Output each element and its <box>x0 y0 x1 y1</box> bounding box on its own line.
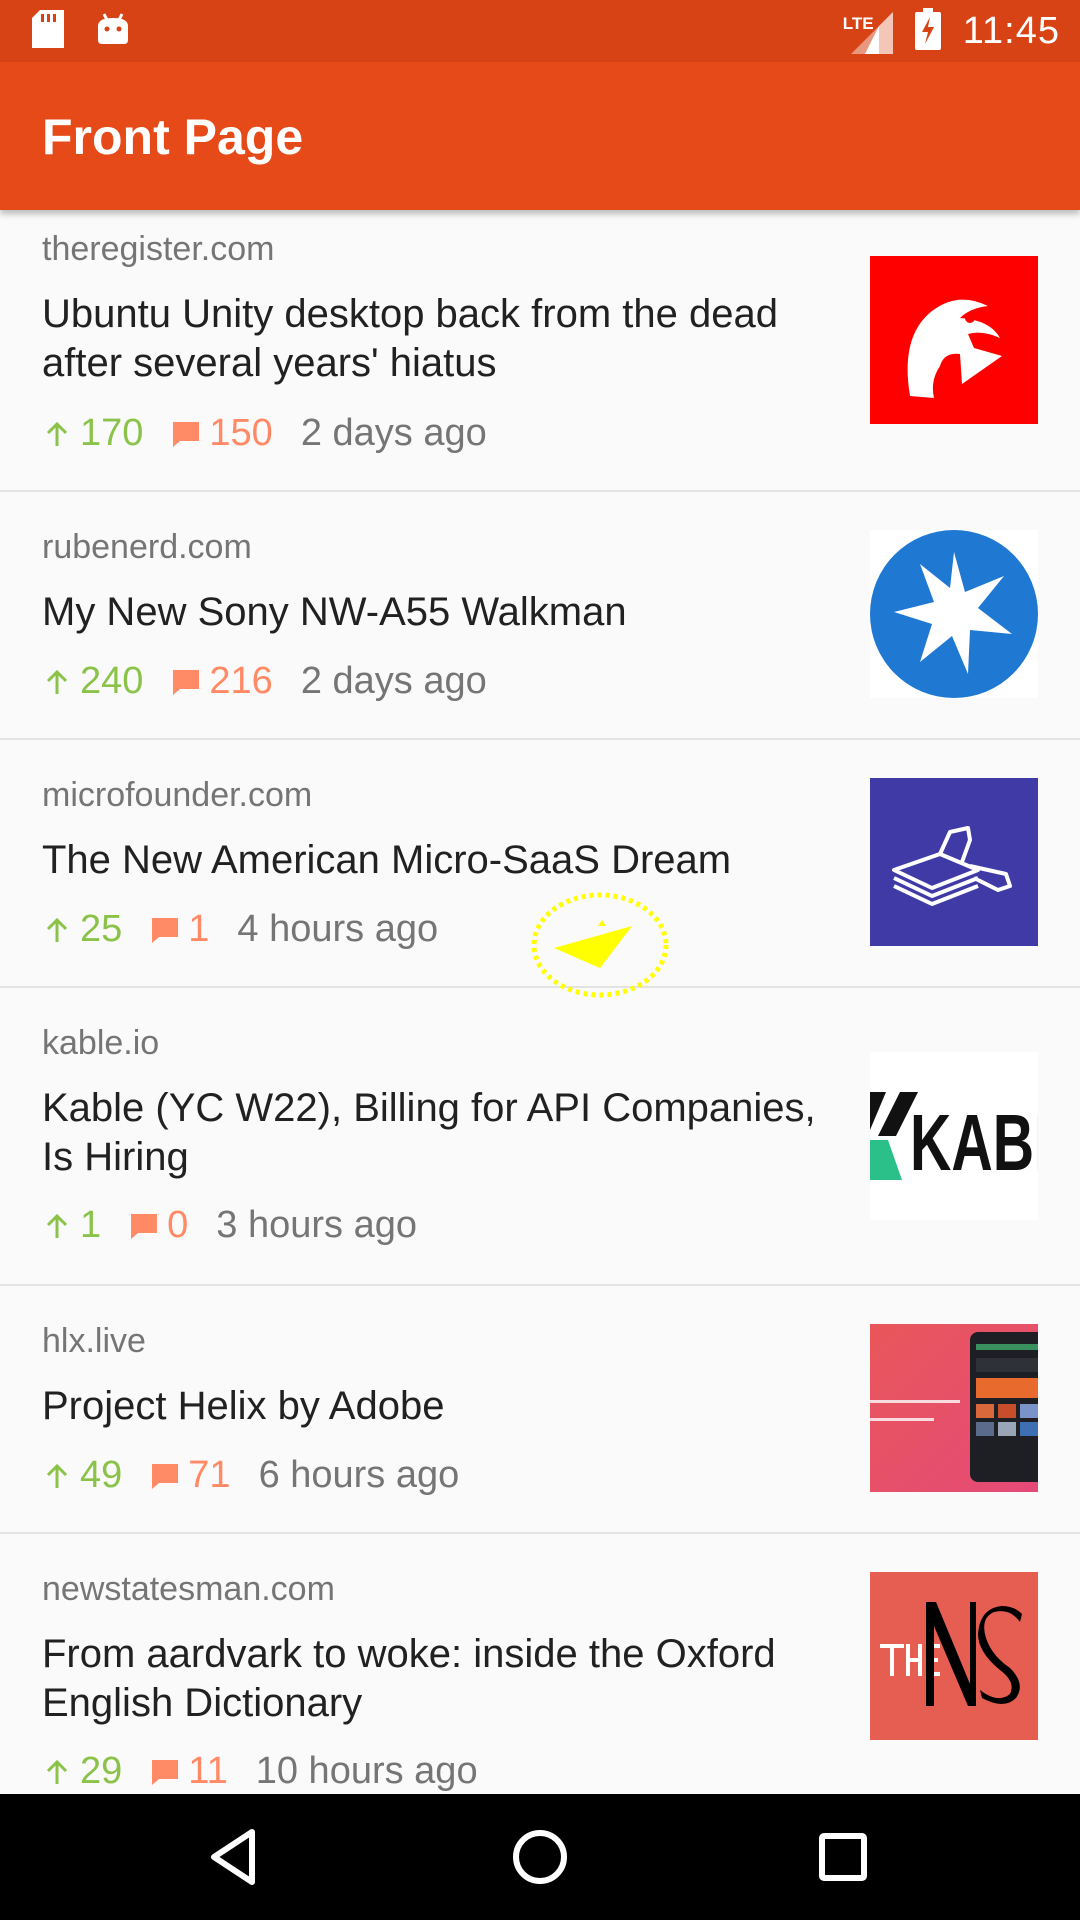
story-thumbnail[interactable] <box>870 256 1038 424</box>
story-thumbnail[interactable] <box>870 778 1038 946</box>
back-icon[interactable] <box>202 1824 268 1890</box>
story-meta: 1 0 3 hours ago <box>42 1204 417 1247</box>
story-meta: 25 1 4 hours ago <box>42 908 438 951</box>
list-item[interactable]: rubenerd.com My New Sony NW-A55 Walkman … <box>0 492 1080 740</box>
points: 25 <box>42 908 122 951</box>
story-thumbnail[interactable] <box>870 530 1038 698</box>
story-thumbnail[interactable] <box>870 1324 1038 1492</box>
story-domain: microfounder.com <box>42 776 313 814</box>
status-bar: LTE 11:45 <box>0 0 1080 62</box>
story-time: 2 days ago <box>300 660 487 702</box>
points-count: 240 <box>80 660 144 702</box>
helix-screenshot-icon <box>870 1332 1038 1482</box>
comments[interactable]: 1 <box>150 908 209 951</box>
vulture-logo-icon <box>907 299 1002 398</box>
points: 1 <box>42 1204 101 1247</box>
app-bar: Front Page <box>0 62 1080 210</box>
touch-indicator <box>530 890 670 1000</box>
story-time: 2 days ago <box>300 412 487 454</box>
comment-icon <box>173 421 200 447</box>
kable-logo-icon: KABI <box>870 1092 1038 1187</box>
arrow-up-icon <box>46 1759 68 1784</box>
page-title: Front Page <box>42 109 304 165</box>
comments-count: 1 <box>188 908 210 950</box>
story-time: 6 hours ago <box>258 1454 460 1496</box>
story-title[interactable]: The New American Micro-SaaS Dream <box>42 836 822 885</box>
network-label: LTE <box>842 14 874 33</box>
points: 170 <box>42 412 143 455</box>
story-time: 3 hours ago <box>216 1204 417 1246</box>
list-item[interactable]: hlx.live Project Helix by Adobe 49 71 6 … <box>0 1286 1080 1534</box>
list-item[interactable]: theregister.com Ubuntu Unity desktop bac… <box>0 210 1080 492</box>
story-domain: theregister.com <box>42 230 275 268</box>
arrow-up-icon <box>46 1213 68 1238</box>
story-title[interactable]: From aardvark to woke: inside the Oxford… <box>42 1630 822 1728</box>
signal-icon: LTE <box>843 8 893 54</box>
story-list[interactable]: theregister.com Ubuntu Unity desktop bac… <box>0 210 1080 1794</box>
story-title[interactable]: My New Sony NW-A55 Walkman <box>42 588 822 637</box>
recents-icon[interactable] <box>810 1824 876 1890</box>
comments[interactable]: 216 <box>171 660 273 703</box>
story-thumbnail[interactable]: KABI <box>870 1052 1038 1220</box>
comments-count: 11 <box>188 1750 228 1792</box>
arrow-up-icon <box>46 421 68 446</box>
comment-icon <box>131 1213 158 1239</box>
comments-count: 0 <box>167 1204 189 1246</box>
android-icon <box>96 12 130 51</box>
story-time: 10 hours ago <box>255 1750 478 1792</box>
comment-icon <box>152 1759 179 1785</box>
arrow-up-icon <box>46 917 68 942</box>
navigation-bar <box>0 1794 1080 1920</box>
comments-count: 71 <box>188 1454 231 1496</box>
newstatesman-logo-icon <box>880 1602 1022 1706</box>
comments-count: 150 <box>209 412 273 454</box>
story-title[interactable]: Kable (YC W22), Billing for API Companie… <box>42 1084 822 1182</box>
story-domain: newstatesman.com <box>42 1570 335 1608</box>
points: 49 <box>42 1454 122 1497</box>
comment-icon <box>152 917 179 943</box>
story-domain: kable.io <box>42 1024 160 1062</box>
story-title[interactable]: Ubuntu Unity desktop back from the dead … <box>42 290 822 388</box>
comments[interactable]: 11 <box>150 1750 228 1793</box>
story-meta: 29 11 10 hours ago <box>42 1750 478 1793</box>
arrow-up-icon <box>46 669 68 694</box>
comment-icon <box>152 1463 179 1489</box>
sd-card-icon <box>32 10 64 53</box>
kable-wordmark: KABI <box>910 1098 1038 1187</box>
story-domain: rubenerd.com <box>42 528 252 566</box>
list-item[interactable]: kable.io Kable (YC W22), Billing for API… <box>0 988 1080 1286</box>
star-logo-icon <box>870 530 1038 698</box>
story-domain: hlx.live <box>42 1322 146 1360</box>
points-count: 25 <box>80 908 123 950</box>
points-count: 1 <box>80 1204 102 1246</box>
story-meta: 170 150 2 days ago <box>42 412 487 455</box>
story-time: 4 hours ago <box>237 908 439 950</box>
story-meta: 240 216 2 days ago <box>42 660 487 703</box>
clock: 11:45 <box>962 9 1060 52</box>
arrow-up-icon <box>46 1463 68 1488</box>
comments[interactable]: 150 <box>171 412 273 455</box>
points-count: 29 <box>80 1750 123 1792</box>
points: 240 <box>42 660 143 703</box>
comments[interactable]: 0 <box>129 1204 188 1247</box>
home-icon[interactable] <box>507 1824 573 1890</box>
points-count: 49 <box>80 1454 123 1496</box>
comments-count: 216 <box>209 660 273 702</box>
battery-charging-icon <box>914 7 941 55</box>
microfounder-logo-icon <box>892 826 1012 906</box>
points-count: 170 <box>80 412 144 454</box>
story-thumbnail[interactable] <box>870 1572 1038 1740</box>
points: 29 <box>42 1750 122 1793</box>
list-item[interactable]: newstatesman.com From aardvark to woke: … <box>0 1534 1080 1794</box>
comment-icon <box>173 669 200 695</box>
story-title[interactable]: Project Helix by Adobe <box>42 1382 822 1431</box>
comments[interactable]: 71 <box>150 1454 231 1497</box>
story-meta: 49 71 6 hours ago <box>42 1454 459 1497</box>
